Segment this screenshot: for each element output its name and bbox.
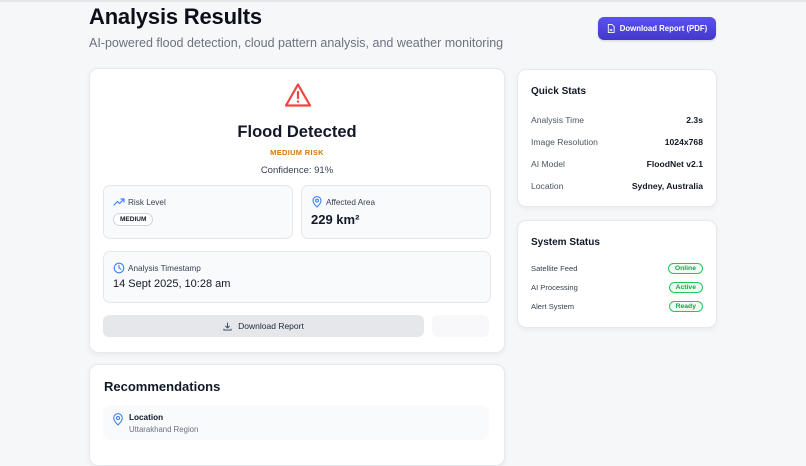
status-row: Alert System Ready — [531, 301, 703, 312]
download-report-button[interactable]: Download Report — [103, 315, 424, 337]
map-pin-icon — [113, 413, 123, 426]
timestamp-value: 14 Sept 2025, 10:28 am — [113, 278, 231, 290]
affected-area-value: 229 km² — [311, 212, 360, 227]
risk-label: MEDIUM RISK — [270, 148, 324, 157]
status-badge: Online — [667, 263, 703, 274]
file-icon — [607, 24, 615, 33]
stat-row: Analysis Time 2.3s — [531, 115, 703, 125]
risk-level-box: Risk Level MEDIUM — [103, 185, 293, 239]
stat-key: Analysis Time — [531, 115, 585, 125]
download-pdf-button[interactable]: Download Report (PDF) — [598, 17, 716, 40]
confidence-text: Confidence: 91% — [260, 165, 334, 176]
result-card: Flood Detected MEDIUM RISK Confidence: 9… — [89, 68, 505, 353]
map-pin-icon — [312, 196, 322, 208]
risk-level-label: Risk Level — [128, 198, 166, 207]
recommendation-value: Uttarakhand Region — [129, 425, 199, 434]
stat-key: AI Model — [531, 159, 565, 169]
clock-icon — [113, 262, 125, 274]
recommendations-card: Recommendations Location Uttarakhand Reg… — [89, 364, 505, 466]
warning-triangle-icon — [284, 83, 312, 107]
stat-key: Image Resolution — [531, 137, 598, 147]
risk-level-badge: MEDIUM — [113, 213, 154, 226]
page-subtitle: AI-powered flood detection, cloud patter… — [89, 36, 504, 50]
timestamp-box: Analysis Timestamp 14 Sept 2025, 10:28 a… — [103, 251, 491, 303]
status-key: Alert System — [531, 302, 575, 311]
status-badge: Ready — [668, 301, 703, 312]
recommendation-item: Location Uttarakhand Region — [103, 405, 489, 440]
system-status-title: System Status — [531, 237, 600, 248]
recommendations-title: Recommendations — [104, 379, 221, 394]
download-icon — [223, 321, 232, 331]
trending-up-icon — [113, 198, 125, 206]
affected-area-label: Affected Area — [326, 198, 376, 207]
status-row: Satellite Feed Online — [531, 263, 703, 274]
status-badge: Active — [668, 282, 703, 293]
stat-value: FloodNet v2.1 — [646, 159, 703, 169]
timestamp-label: Analysis Timestamp — [128, 264, 201, 273]
quick-stats-title: Quick Stats — [531, 86, 587, 97]
download-report-label: Download Report — [238, 321, 304, 331]
download-pdf-label: Download Report (PDF) — [619, 24, 708, 33]
system-status-card: System Status Satellite Feed Online AI P… — [517, 220, 717, 328]
status-key: Satellite Feed — [531, 264, 578, 273]
affected-area-box: Affected Area 229 km² — [301, 185, 491, 239]
secondary-action-button[interactable] — [432, 315, 489, 337]
top-divider — [0, 0, 806, 2]
stat-row: Image Resolution 1024x768 — [531, 137, 703, 147]
stat-row: Location Sydney, Australia — [531, 181, 703, 191]
stat-row: AI Model FloodNet v2.1 — [531, 159, 703, 169]
stat-key: Location — [531, 181, 564, 191]
recommendation-label: Location — [129, 413, 164, 422]
page-title: Analysis Results — [89, 4, 262, 29]
stat-value: 2.3s — [686, 115, 703, 125]
quick-stats-card: Quick Stats Analysis Time 2.3s Image Res… — [517, 69, 717, 207]
status-key: AI Processing — [531, 283, 578, 292]
status-row: AI Processing Active — [531, 282, 703, 293]
result-title: Flood Detected — [237, 123, 357, 141]
stat-value: 1024x768 — [664, 137, 703, 147]
stat-value: Sydney, Australia — [631, 181, 703, 191]
